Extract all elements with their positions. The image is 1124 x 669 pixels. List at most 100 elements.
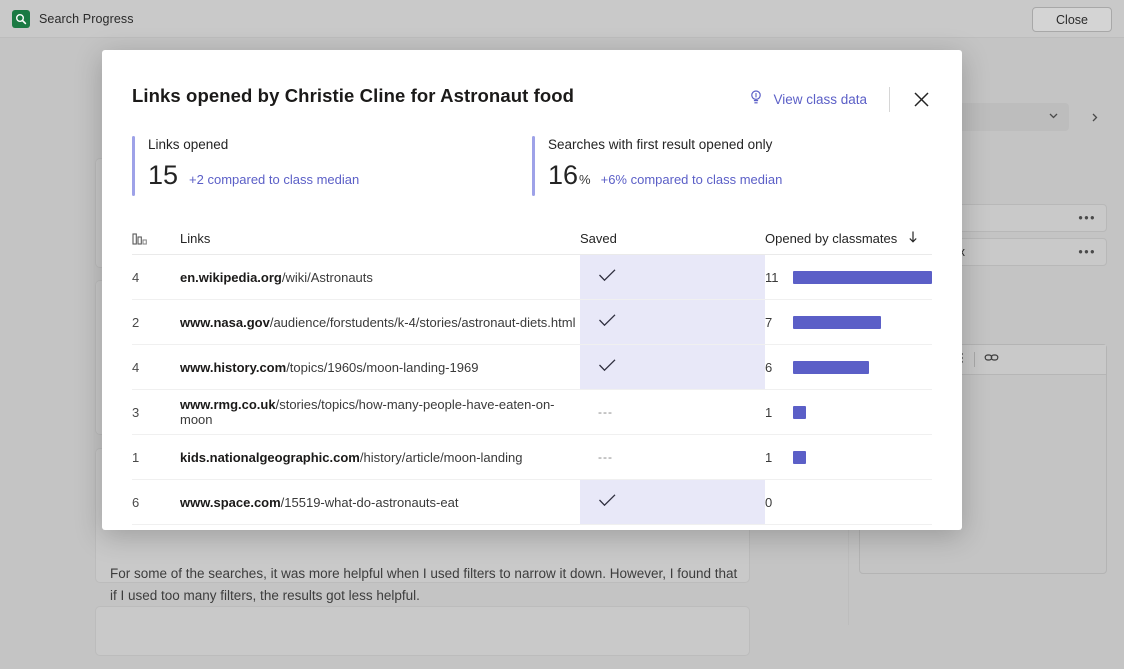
row-link[interactable]: www.history.com/topics/1960s/moon-landin… bbox=[180, 345, 580, 389]
row-rank: 4 bbox=[132, 345, 180, 389]
more-options-icon[interactable]: ••• bbox=[1078, 245, 1096, 259]
row-opened-bar bbox=[793, 361, 869, 374]
next-student-button[interactable] bbox=[1081, 104, 1107, 130]
link-icon[interactable] bbox=[984, 350, 1000, 370]
stat-accent-bar bbox=[132, 136, 135, 196]
view-class-data-button[interactable]: View class data bbox=[742, 85, 873, 113]
row-opened-bar bbox=[793, 406, 806, 419]
row-saved-cell: --- bbox=[580, 435, 765, 479]
row-opened-bar bbox=[793, 271, 932, 284]
dialog-header: Links opened by Christie Cline for Astro… bbox=[102, 50, 962, 114]
row-not-saved: --- bbox=[598, 405, 613, 419]
row-opened-count: 11 bbox=[765, 270, 793, 285]
stat-links-opened: Links opened 15 +2 compared to class med… bbox=[132, 136, 532, 196]
row-opened-bar bbox=[793, 451, 806, 464]
row-opened-count: 6 bbox=[765, 360, 793, 375]
row-link-text: www.rmg.co.uk/stories/topics/how-many-pe… bbox=[180, 397, 580, 427]
more-options-icon[interactable]: ••• bbox=[1078, 211, 1096, 225]
row-saved-cell bbox=[580, 300, 765, 344]
row-link[interactable]: www.nasa.gov/audience/forstudents/k-4/st… bbox=[180, 300, 580, 344]
toolbar-divider bbox=[974, 352, 975, 367]
row-rank: 6 bbox=[132, 480, 180, 524]
dialog-title: Links opened by Christie Cline for Astro… bbox=[132, 78, 574, 108]
window-topbar: Search Progress Close bbox=[0, 0, 1124, 38]
row-opened-count: 1 bbox=[765, 405, 793, 420]
row-link-text: www.nasa.gov/audience/forstudents/k-4/st… bbox=[180, 315, 575, 330]
stat-value: 16 % bbox=[548, 159, 591, 196]
row-saved-cell: --- bbox=[580, 390, 765, 434]
row-opened-cell: 7 bbox=[765, 300, 932, 344]
row-opened-bar-track bbox=[793, 361, 932, 374]
links-opened-dialog: Links opened by Christie Cline for Astro… bbox=[102, 50, 962, 530]
stat-delta: +6% compared to class median bbox=[601, 172, 783, 187]
table-row[interactable]: 3www.rmg.co.uk/stories/topics/how-many-p… bbox=[132, 390, 932, 435]
row-opened-count: 1 bbox=[765, 450, 793, 465]
stat-row: 16 % +6% compared to class median bbox=[548, 159, 782, 196]
view-class-data-label: View class data bbox=[773, 92, 867, 107]
table-row[interactable]: 4en.wikipedia.org/wiki/Astronauts 11 bbox=[132, 255, 932, 300]
column-header-opened[interactable]: Opened by classmates bbox=[765, 230, 932, 247]
stat-accent-bar bbox=[532, 136, 535, 196]
row-opened-cell: 0 bbox=[765, 480, 932, 524]
background-paragraph: For some of the searches, it was more he… bbox=[110, 563, 740, 607]
arrow-down-icon bbox=[907, 230, 919, 247]
row-link[interactable]: www.space.com/15519-what-do-astronauts-e… bbox=[180, 480, 580, 524]
check-icon bbox=[598, 493, 617, 511]
row-saved-cell bbox=[580, 255, 765, 299]
row-rank: 1 bbox=[132, 435, 180, 479]
row-opened-bar-track bbox=[793, 496, 932, 509]
row-opened-bar-track bbox=[793, 451, 932, 464]
row-saved-cell bbox=[580, 480, 765, 524]
row-opened-bar-track bbox=[793, 271, 932, 284]
stat-label: Searches with first result opened only bbox=[548, 136, 782, 154]
stat-first-result-only: Searches with first result opened only 1… bbox=[532, 136, 932, 196]
row-link-text: www.space.com/15519-what-do-astronauts-e… bbox=[180, 495, 458, 510]
row-rank: 4 bbox=[132, 255, 180, 299]
row-opened-count: 7 bbox=[765, 315, 793, 330]
column-header-links[interactable]: Links bbox=[180, 231, 580, 246]
row-rank: 3 bbox=[132, 390, 180, 434]
table-body: 4en.wikipedia.org/wiki/Astronauts112www.… bbox=[132, 255, 932, 525]
chevron-down-icon bbox=[1047, 109, 1060, 125]
row-opened-bar-track bbox=[793, 406, 932, 419]
stat-label: Links opened bbox=[148, 136, 359, 154]
bar-chart-icon bbox=[132, 232, 180, 246]
row-opened-cell: 1 bbox=[765, 435, 932, 479]
row-not-saved: --- bbox=[598, 450, 613, 464]
search-icon bbox=[12, 10, 30, 28]
header-divider bbox=[889, 87, 890, 112]
row-link[interactable]: www.rmg.co.uk/stories/topics/how-many-pe… bbox=[180, 390, 580, 434]
close-icon[interactable] bbox=[906, 84, 936, 114]
row-opened-cell: 11 bbox=[765, 255, 932, 299]
background-card bbox=[95, 606, 750, 656]
app-identity: Search Progress bbox=[12, 10, 134, 28]
stat-row: 15 +2 compared to class median bbox=[148, 159, 359, 191]
row-link-text: kids.nationalgeographic.com/history/arti… bbox=[180, 450, 522, 465]
table-row[interactable]: 6www.space.com/15519-what-do-astronauts-… bbox=[132, 480, 932, 525]
check-icon bbox=[598, 268, 617, 286]
row-opened-cell: 1 bbox=[765, 390, 932, 434]
table-row[interactable]: 2www.nasa.gov/audience/forstudents/k-4/s… bbox=[132, 300, 932, 345]
row-opened-cell: 6 bbox=[765, 345, 932, 389]
table-row[interactable]: 1kids.nationalgeographic.com/history/art… bbox=[132, 435, 932, 480]
check-icon bbox=[598, 313, 617, 331]
row-link[interactable]: kids.nationalgeographic.com/history/arti… bbox=[180, 435, 580, 479]
links-table: Links Saved Opened by classmates 4en.wik… bbox=[132, 223, 932, 525]
row-opened-count: 0 bbox=[765, 495, 793, 510]
column-header-opened-label: Opened by classmates bbox=[765, 231, 897, 246]
row-link[interactable]: en.wikipedia.org/wiki/Astronauts bbox=[180, 255, 580, 299]
table-row[interactable]: 4www.history.com/topics/1960s/moon-landi… bbox=[132, 345, 932, 390]
dialog-header-actions: View class data bbox=[742, 78, 936, 114]
row-link-text: en.wikipedia.org/wiki/Astronauts bbox=[180, 270, 373, 285]
window-title: Search Progress bbox=[39, 12, 134, 26]
table-header-row: Links Saved Opened by classmates bbox=[132, 223, 932, 255]
row-rank: 2 bbox=[132, 300, 180, 344]
close-window-button[interactable]: Close bbox=[1032, 7, 1112, 32]
row-link-text: www.history.com/topics/1960s/moon-landin… bbox=[180, 360, 478, 375]
column-header-saved[interactable]: Saved bbox=[580, 231, 765, 246]
stat-delta: +2 compared to class median bbox=[189, 172, 359, 187]
summary-stats: Links opened 15 +2 compared to class med… bbox=[102, 114, 962, 196]
stat-value: 15 bbox=[148, 159, 179, 191]
stat-number: 16 bbox=[548, 159, 578, 191]
row-saved-cell bbox=[580, 345, 765, 389]
